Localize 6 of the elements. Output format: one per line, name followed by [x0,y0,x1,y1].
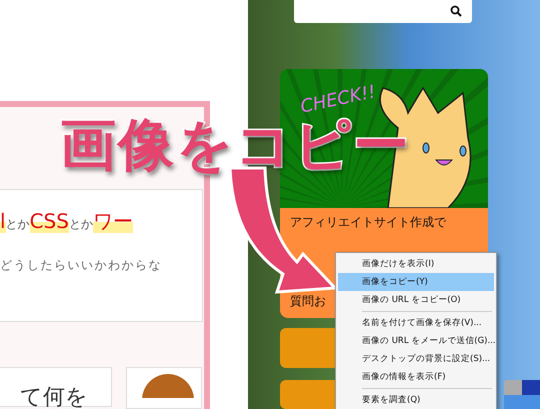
banner-title: アフィリエイトサイト作成で [290,214,446,232]
headline-text: l とかCSS とか ワー [0,208,134,235]
banner-subtitle: 質問お [290,293,326,310]
banner-caption: CHECK!! [298,81,378,118]
speech-bubble: て何を [0,367,112,407]
body-text: どうしたらいいかわからな [0,257,163,274]
